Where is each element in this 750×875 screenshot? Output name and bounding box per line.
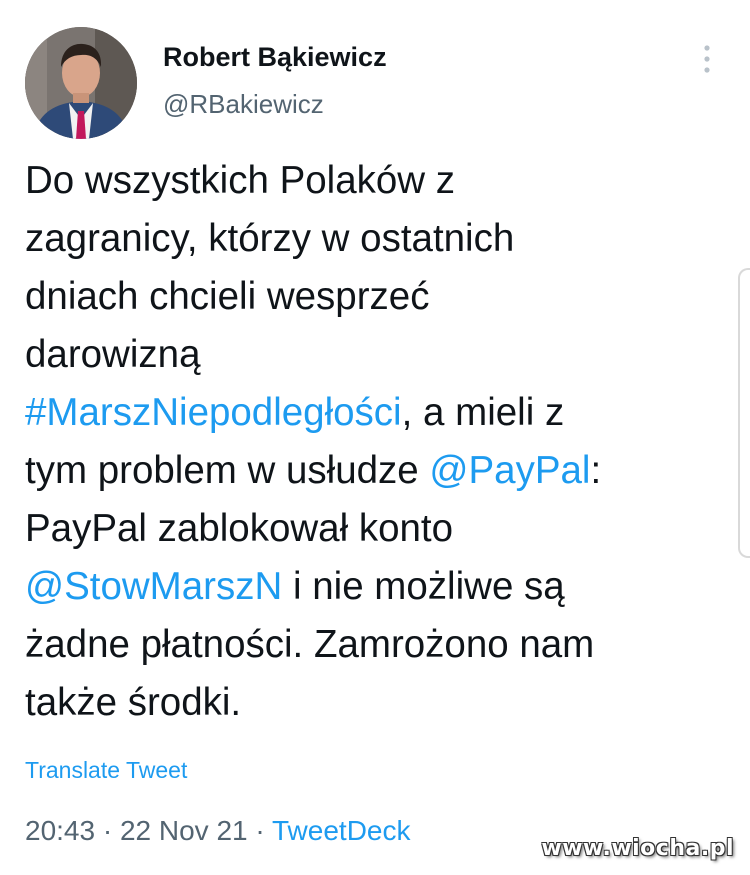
tweet-text-line: darowizną <box>25 326 730 384</box>
more-vertical-icon[interactable] <box>697 40 717 78</box>
mention-link[interactable]: @PayPal <box>429 449 590 492</box>
tweet-text-line: #MarszNiepodległości, a mieli z <box>25 384 730 442</box>
tweet-text-line: także środki. <box>25 674 730 732</box>
meta-separator: · <box>95 815 120 846</box>
tweet-text-line: @StowMarszN i nie możliwe są <box>25 558 730 616</box>
tweet-text-segment: , a mieli z <box>401 391 565 434</box>
tweet-text-segment: dniach chcieli wesprzeć <box>25 275 430 318</box>
tweet-text-segment: tym problem w usłudze <box>25 449 430 492</box>
tweet-text-segment: żadne płatności. Zamrożono nam <box>25 623 595 666</box>
translate-tweet-link[interactable]: Translate Tweet <box>25 757 187 784</box>
tweet-screenshot: Robert Bąkiewicz @RBakiewicz Do wszystki… <box>0 0 750 875</box>
tweet-text-line: tym problem w usłudze @PayPal: <box>25 442 730 500</box>
tweet-text-segment: darowizną <box>25 333 201 376</box>
profile-photo-icon <box>25 27 137 139</box>
scrollbar[interactable] <box>738 268 750 558</box>
tweet-text-segment: : <box>590 449 602 492</box>
watermark-logo: www.wiocha.pl <box>541 836 734 861</box>
avatar[interactable] <box>25 27 137 139</box>
tweet-time[interactable]: 20:43 <box>25 815 95 846</box>
tweet-text-segment: PayPal zablokował konto <box>25 507 454 550</box>
author-handle[interactable]: @RBakiewicz <box>163 89 324 120</box>
tweet-text-line: Do wszystkich Polaków z <box>25 152 730 210</box>
tweet-text: Do wszystkich Polaków z zagranicy, którzy… <box>25 152 730 732</box>
tweet-source-link[interactable]: TweetDeck <box>272 815 411 846</box>
tweet-text-line: żadne płatności. Zamrożono nam <box>25 616 730 674</box>
tweet-text-line: PayPal zablokował konto <box>25 500 730 558</box>
tweet-text-segment: Do wszystkich Polaków z <box>25 159 456 202</box>
tweet-date[interactable]: 22 Nov 21 <box>120 815 248 846</box>
hashtag-link[interactable]: #MarszNiepodległości <box>25 391 402 434</box>
tweet-text-segment: i nie możliwe są <box>282 565 565 608</box>
mention-link[interactable]: @StowMarszN <box>25 565 282 608</box>
tweet-text-line: dniach chcieli wesprzeć <box>25 268 730 326</box>
tweet-text-segment: zagranicy, którzy w ostatnich <box>25 217 515 260</box>
meta-separator: · <box>247 815 272 846</box>
tweet-text-segment: także środki. <box>25 681 242 724</box>
author-name[interactable]: Robert Bąkiewicz <box>163 42 387 73</box>
tweet-meta: 20:43 · 22 Nov 21 · TweetDeck <box>25 815 411 847</box>
tweet-text-line: zagranicy, którzy w ostatnich <box>25 210 730 268</box>
